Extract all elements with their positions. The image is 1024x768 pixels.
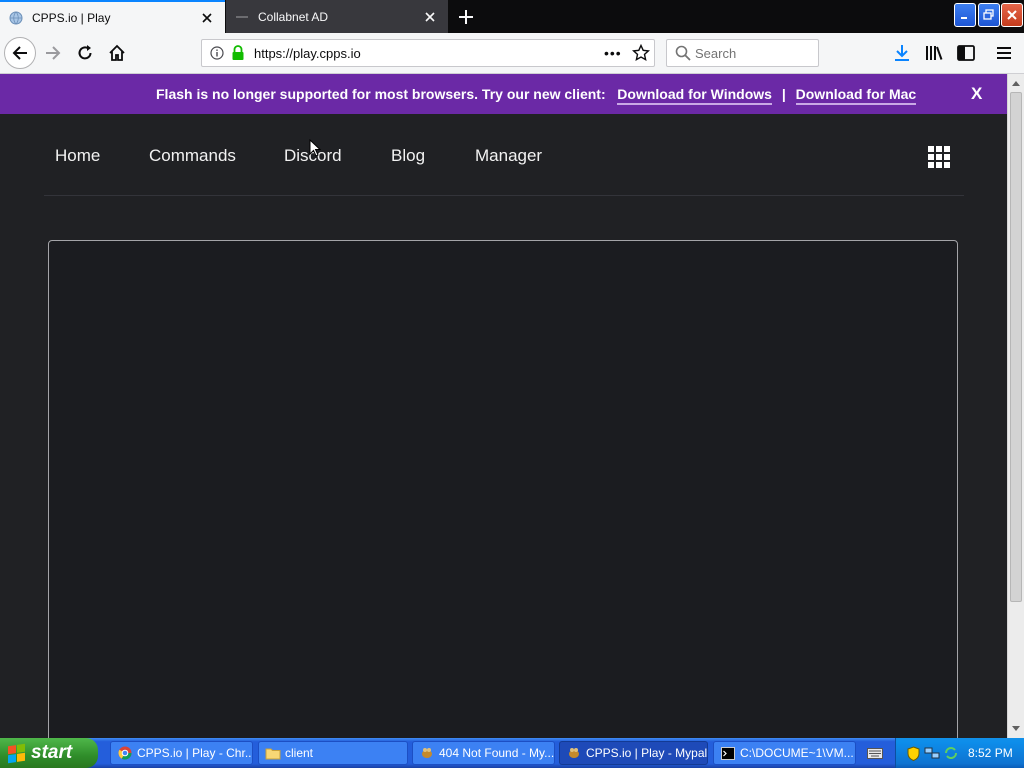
page-actions-icon[interactable]: ••• [604, 45, 622, 61]
scroll-up-arrow-icon[interactable] [1010, 76, 1022, 90]
download-mac-link[interactable]: Download for Mac [795, 86, 917, 105]
banner-message: Flash is no longer supported for most br… [156, 86, 606, 102]
taskbar-item-chrome[interactable]: CPPS.io | Play - Chr... [110, 741, 253, 765]
loading-icon [234, 9, 250, 25]
taskbar-item-404-page[interactable]: 404 Not Found - My... [412, 741, 555, 765]
new-tab-button[interactable] [455, 6, 477, 28]
menu-icon[interactable] [994, 42, 1016, 64]
windows-logo-icon [8, 743, 25, 763]
sidebar-toggle-icon[interactable] [955, 42, 977, 64]
tab-title: Collabnet AD [258, 9, 329, 24]
apps-grid-icon[interactable] [928, 146, 950, 168]
nav-link-commands[interactable]: Commands [149, 146, 236, 166]
download-icon[interactable] [891, 42, 913, 64]
taskbar-item-mypal[interactable]: CPPS.io | Play - Mypal [559, 741, 708, 765]
task-label: client [285, 746, 314, 760]
bookmark-star-icon[interactable] [631, 43, 651, 67]
taskbar-item-console[interactable]: C:\DOCUME~1\VM... [713, 741, 856, 765]
restore-window-button[interactable] [978, 3, 1000, 27]
start-button[interactable]: start [0, 738, 98, 768]
page-content: Home Commands Discord Blog Manager [0, 114, 1007, 738]
close-tab-icon[interactable] [422, 9, 438, 25]
close-window-button[interactable] [1001, 3, 1023, 27]
security-shield-icon[interactable] [905, 745, 921, 761]
home-button[interactable] [102, 38, 132, 68]
library-icon[interactable] [923, 42, 945, 64]
task-label: CPPS.io | Play - Mypal [586, 746, 708, 760]
nav-link-manager[interactable]: Manager [475, 146, 542, 166]
lock-icon[interactable] [231, 45, 245, 66]
banner-close-button[interactable]: X [971, 84, 982, 104]
browser-tab-bar: CPPS.io | Play Collabnet AD [0, 0, 1024, 33]
minimize-window-button[interactable] [954, 3, 976, 27]
search-bar[interactable] [666, 39, 819, 67]
network-icon[interactable] [924, 745, 940, 761]
game-client-frame[interactable] [48, 240, 958, 738]
keyboard-icon[interactable] [866, 745, 884, 761]
back-button[interactable] [4, 37, 36, 69]
nav-link-blog[interactable]: Blog [391, 146, 425, 166]
banner-message-line: Flash is no longer supported for most br… [156, 86, 917, 105]
search-icon [675, 45, 691, 66]
reload-button[interactable] [70, 38, 100, 68]
info-icon[interactable] [210, 46, 224, 65]
forward-button[interactable] [38, 38, 68, 68]
download-windows-link[interactable]: Download for Windows [617, 86, 772, 105]
app-icon [566, 745, 582, 761]
url-bar[interactable]: https://play.cpps.io ••• [201, 39, 655, 67]
tab-title: CPPS.io | Play [32, 10, 111, 25]
globe-icon [8, 10, 24, 26]
flash-notice-banner: Flash is no longer supported for most br… [0, 74, 1007, 114]
windows-taskbar: start CPPS.io | Play - Chr... client 404… [0, 738, 1024, 768]
sync-icon[interactable] [943, 745, 959, 761]
vertical-scrollbar[interactable] [1007, 74, 1024, 738]
system-tray: 8:52 PM [895, 738, 1024, 768]
task-label: 404 Not Found - My... [439, 746, 555, 760]
mouse-cursor-icon [309, 139, 321, 157]
close-tab-icon[interactable] [199, 10, 215, 26]
clock: 8:52 PM [968, 746, 1013, 760]
scroll-down-arrow-icon[interactable] [1010, 722, 1022, 736]
site-navigation: Home Commands Discord Blog Manager [44, 114, 964, 196]
taskbar-item-client-folder[interactable]: client [258, 741, 408, 765]
task-label: CPPS.io | Play - Chr... [137, 746, 253, 760]
folder-icon [265, 745, 281, 761]
tab-collabnet-ad[interactable]: Collabnet AD [226, 0, 448, 33]
chrome-icon [117, 745, 133, 761]
scrollbar-thumb[interactable] [1010, 92, 1022, 602]
console-icon [720, 745, 736, 761]
url-text[interactable]: https://play.cpps.io [254, 46, 361, 61]
nav-link-home[interactable]: Home [55, 146, 100, 166]
banner-separator: | [781, 86, 786, 102]
tab-cpps-play[interactable]: CPPS.io | Play [0, 0, 225, 33]
app-icon [419, 745, 435, 761]
task-label: C:\DOCUME~1\VM... [740, 746, 854, 760]
search-input[interactable] [695, 44, 810, 62]
start-label: start [31, 742, 73, 763]
browser-toolbar: https://play.cpps.io ••• [0, 33, 1024, 74]
